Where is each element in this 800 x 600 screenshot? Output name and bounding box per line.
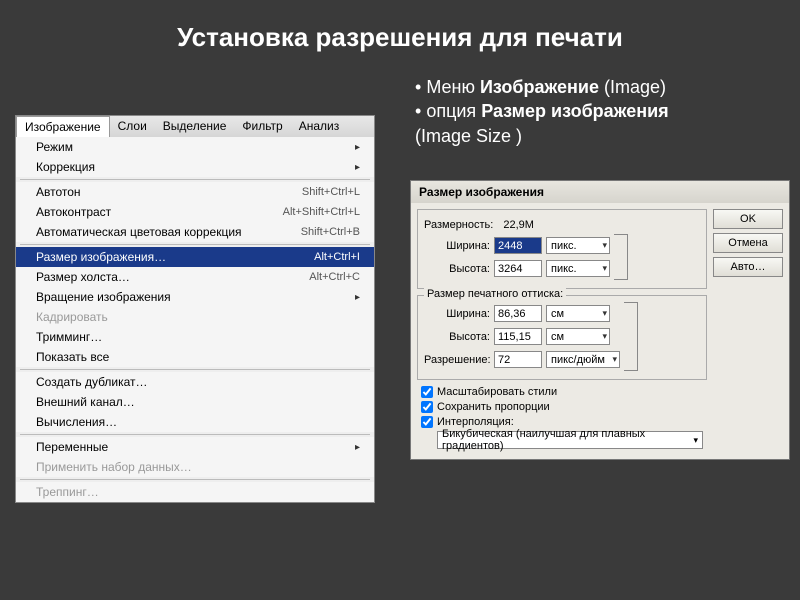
resolution-input[interactable] [494,351,542,368]
menu-item[interactable]: Автоматическая цветовая коррекция Shift+C… [16,222,374,242]
pixel-height-unit-select[interactable]: пикс. [546,260,610,277]
resolution-label: Разрешение: [424,354,490,366]
menu-item[interactable]: Тримминг… [16,327,374,347]
menu-item[interactable]: Автотон Shift+Ctrl+L [16,182,374,202]
bullets-list: Меню Изображение (Image) опция Размер из… [415,75,669,148]
menu-item[interactable]: Переменные [16,437,374,457]
menu-item[interactable]: Вращение изображения [16,287,374,307]
ok-button[interactable]: OK [713,209,783,229]
menu-item[interactable]: Размер холста… Alt+Ctrl+C [16,267,374,287]
menu-separator [20,434,370,435]
bullet-bold: Изображение [480,77,599,97]
menu-item-shortcut: Alt+Shift+Ctrl+L [283,206,360,218]
menu-item: Применить набор данных… [16,457,374,477]
menu-item-label: Размер холста… [36,270,130,284]
menu-item-label: Кадрировать [36,310,108,324]
dimension-label: Размерность: [424,219,493,231]
bullet-text: (Image Size ) [415,126,522,146]
menu-item-shortcut: Shift+Ctrl+B [301,226,360,238]
menu-item[interactable]: Режим [16,137,374,157]
dimension-value: 22,9M [503,219,534,231]
menu-item-label: Автоконтраст [36,205,111,219]
menu-item-label: Внешний канал… [36,395,135,409]
height-label: Высота: [424,263,490,275]
menu-separator [20,179,370,180]
menu-item-label: Треппинг… [36,485,99,499]
pixel-width-unit-select[interactable]: пикс. [546,237,610,254]
cancel-button[interactable]: Отмена [713,233,783,253]
print-height-input[interactable] [494,328,542,345]
menu-item-label: Создать дубликат… [36,375,148,389]
menu-item[interactable]: Размер изображения… Alt+Ctrl+I [16,247,374,267]
bullet-text: опция [426,101,481,121]
menu-item[interactable]: Создать дубликат… [16,372,374,392]
link-icon [614,234,628,280]
menu-item-label: Тримминг… [36,330,102,344]
menu-item-label: Автотон [36,185,81,199]
menu-item-label: Режим [36,140,73,154]
bullet-bold: Размер изображения [481,101,668,121]
print-height-label: Высота: [424,331,490,343]
menu-item[interactable]: Автоконтраст Alt+Shift+Ctrl+L [16,202,374,222]
menu-item-label: Переменные [36,440,108,454]
menu-item-shortcut: Alt+Ctrl+C [309,271,360,283]
menu-item-label: Показать все [36,350,109,364]
menubar-item-filter[interactable]: Фильтр [234,116,290,137]
pixel-dimensions-group: Размерность: 22,9M Ширина: пикс. Высота: [417,209,707,289]
image-size-dialog: Размер изображения Размерность: 22,9M Ши… [410,180,790,460]
scale-styles-label: Масштабировать стили [437,386,557,398]
menu-separator [20,244,370,245]
pixel-width-input[interactable] [494,237,542,254]
constrain-proportions-label: Сохранить пропорции [437,401,550,413]
print-group-legend: Размер печатного оттиска: [424,288,566,300]
scale-styles-checkbox[interactable] [421,386,433,398]
menu-separator [20,369,370,370]
pixel-height-input[interactable] [494,260,542,277]
print-height-unit-select[interactable]: см [546,328,610,345]
menu-item-label: Коррекция [36,160,95,174]
print-width-unit-select[interactable]: см [546,305,610,322]
menu-item[interactable]: Вычисления… [16,412,374,432]
menu-item-label: Автоматическая цветовая коррекция [36,225,242,239]
menu-item[interactable]: Показать все [16,347,374,367]
interpolation-checkbox[interactable] [421,416,433,428]
bullet-text: Меню [426,77,480,97]
menu-item: Кадрировать [16,307,374,327]
menu-item-label: Размер изображения… [36,250,166,264]
resolution-unit-select[interactable]: пикс/дюйм [546,351,620,368]
print-width-input[interactable] [494,305,542,322]
interpolation-label: Интерполяция: [437,416,514,428]
dialog-title: Размер изображения [411,181,789,203]
menubar-item-layers[interactable]: Слои [110,116,155,137]
menu-item-shortcut: Shift+Ctrl+L [302,186,360,198]
menu-item-label: Вращение изображения [36,290,171,304]
constrain-proportions-checkbox[interactable] [421,401,433,413]
print-width-label: Ширина: [424,308,490,320]
print-size-group: Размер печатного оттиска: Ширина: см Выс… [417,295,707,380]
menu-item[interactable]: Коррекция [16,157,374,177]
bullet-text: (Image) [599,77,666,97]
menu-item-label: Вычисления… [36,415,117,429]
link-icon [624,302,638,371]
width-label: Ширина: [424,240,490,252]
menu-item: Треппинг… [16,482,374,502]
slide-title: Установка разрешения для печати [0,0,800,53]
image-menu: Изображение Слои Выделение Фильтр Анализ… [15,115,375,503]
menu-item-label: Применить набор данных… [36,460,192,474]
menu-item-shortcut: Alt+Ctrl+I [314,251,360,263]
menubar-item-image[interactable]: Изображение [16,116,110,137]
menu-separator [20,479,370,480]
auto-button[interactable]: Авто… [713,257,783,277]
interpolation-select[interactable]: Бикубическая (наилучшая для плавных град… [437,431,703,449]
menubar-item-analysis[interactable]: Анализ [291,116,348,137]
menubar: Изображение Слои Выделение Фильтр Анализ [16,116,374,137]
menu-item[interactable]: Внешний канал… [16,392,374,412]
menubar-item-select[interactable]: Выделение [155,116,235,137]
